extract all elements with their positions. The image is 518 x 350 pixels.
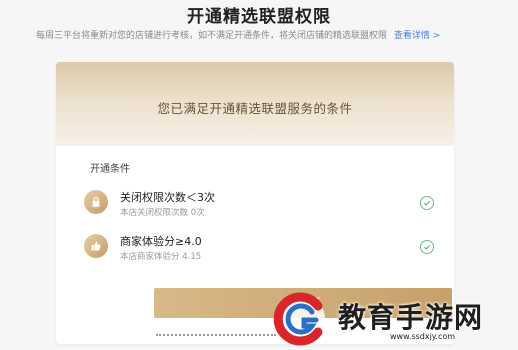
condition-title: 商家体验分≥4.0 (120, 235, 202, 248)
page-title: 开通精选联盟权限 (187, 7, 331, 27)
watermark-url: www.ssdxjy.com (390, 332, 456, 341)
banner-title: 您已满足开通精选联盟服务的条件 (157, 101, 353, 116)
condition-item-close-count: 关闭权限次数＜3次 本店关闭权限次数 0次 (84, 188, 434, 228)
notice-row: 每周三平台将重新对您的店铺进行考核，如不满足开通条件，将关闭店铺的精选联盟权限 … (36, 28, 506, 41)
watermark-logo-icon (273, 292, 325, 346)
condition-item-experience-score: 商家体验分≥4.0 本店商家体验分 4.15 (84, 232, 434, 272)
condition-title: 关闭权限次数＜3次 (120, 191, 215, 204)
condition-subtitle: 本店关闭权限次数 0次 (120, 208, 205, 218)
lock-icon (84, 190, 108, 214)
condition-subtitle: 本店商家体验分 4.15 (120, 252, 202, 262)
notice-text: 每周三平台将重新对您的店铺进行考核，如不满足开通条件，将关闭店铺的精选联盟权限 (36, 31, 388, 41)
thumbs-up-icon (84, 234, 108, 258)
status-banner: 您已满足开通精选联盟服务的条件 (56, 62, 454, 146)
view-details-link[interactable]: 查看详情 > (394, 31, 440, 41)
check-icon (420, 196, 434, 210)
section-title: 开通条件 (90, 164, 130, 175)
watermark-text: 教育手游网 (338, 301, 484, 334)
site-watermark: 教育手游网 www.ssdxjy.com (272, 290, 518, 350)
check-icon (420, 240, 434, 254)
divider (156, 334, 276, 336)
